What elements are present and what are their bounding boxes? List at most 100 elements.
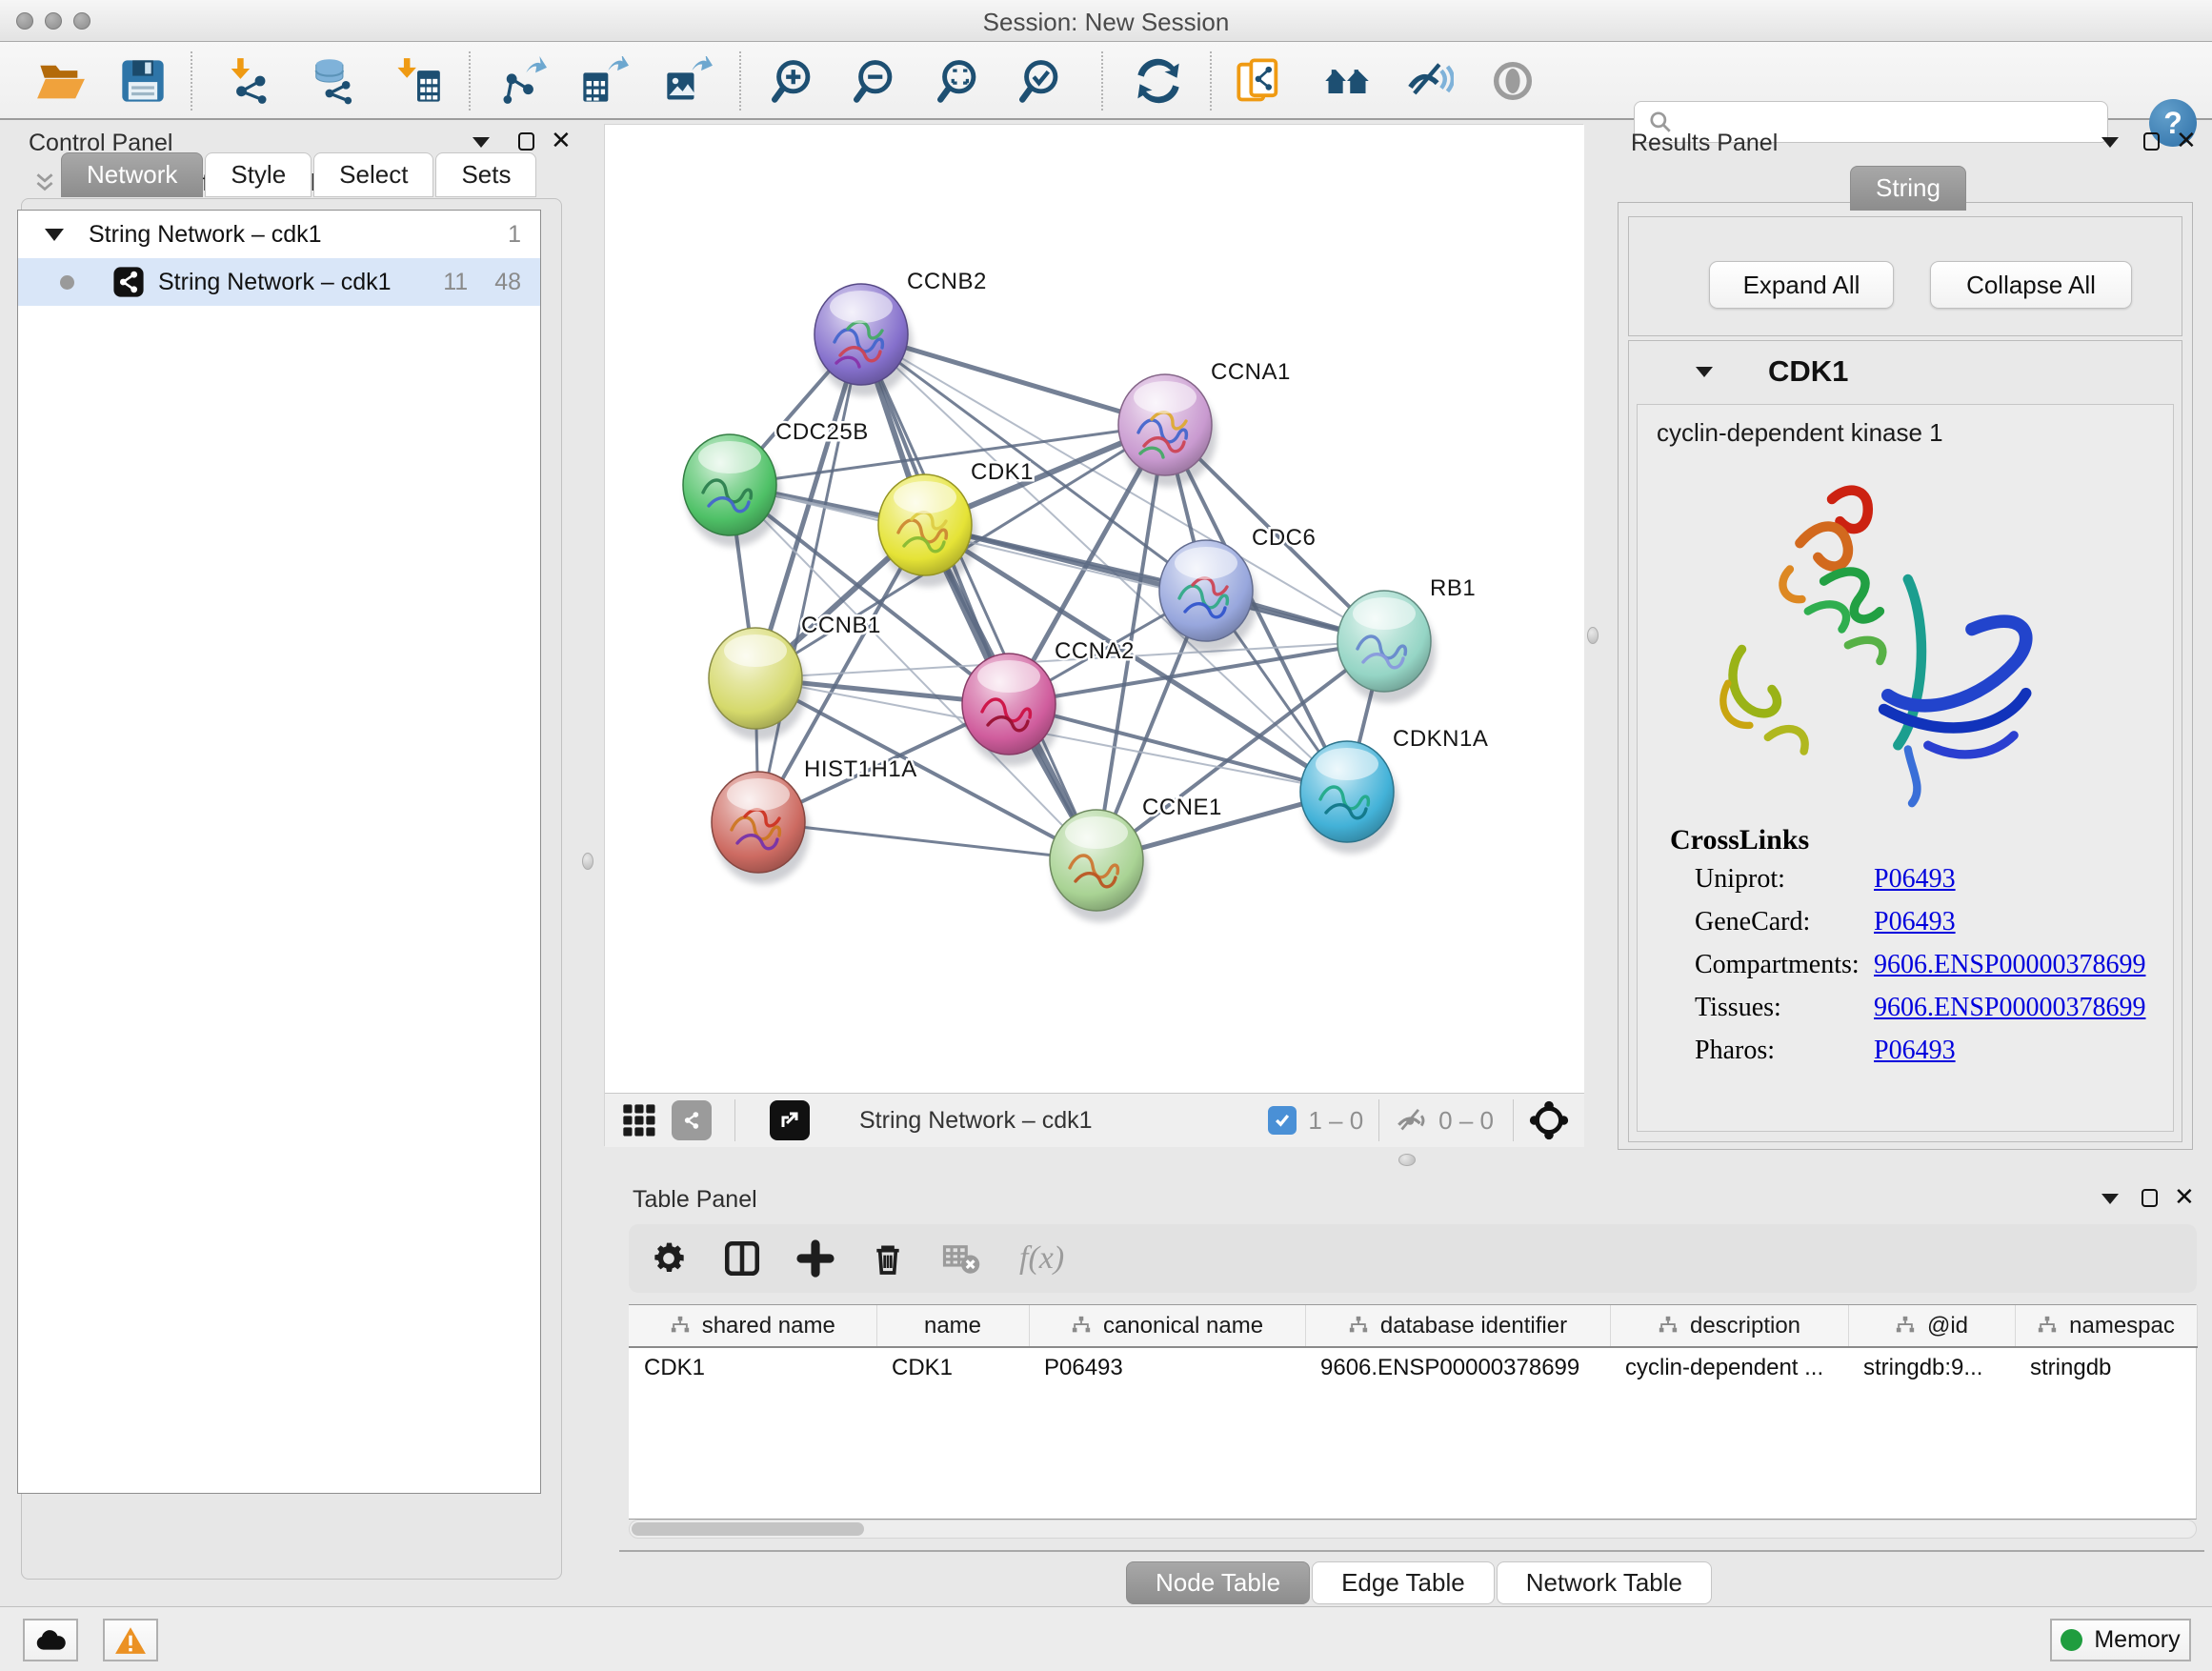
save-session-icon[interactable] xyxy=(116,54,170,108)
crosslink-link[interactable]: 9606.ENSP00000378699 xyxy=(1874,993,2145,1023)
export-image-icon[interactable] xyxy=(661,54,714,108)
network-canvas[interactable]: CCNB2CCNA1CDC25BCDK1CDC6RB1CCNB1CCNA2CDK… xyxy=(605,125,1584,1093)
network-view-panel: CCNB2CCNA1CDC25BCDK1CDC6RB1CCNB1CCNA2CDK… xyxy=(604,124,1583,1146)
tab-style[interactable]: Style xyxy=(205,152,312,197)
crosslink-row: GeneCard:P06493 xyxy=(1695,907,1810,937)
splitter-handle[interactable] xyxy=(582,853,593,870)
network-node-ccna2[interactable] xyxy=(962,654,1060,766)
cloud-button[interactable] xyxy=(23,1619,78,1661)
protein-structure-image xyxy=(1672,458,2072,820)
show-columns-icon[interactable] xyxy=(722,1238,762,1278)
collapse-all-icon[interactable] xyxy=(32,171,57,195)
node-label-ccnb2: CCNB2 xyxy=(907,269,987,294)
close-panel-icon[interactable]: ✕ xyxy=(2176,131,2197,151)
zoom-in-icon[interactable] xyxy=(770,54,823,108)
zoom-out-icon[interactable] xyxy=(852,54,905,108)
column-header-name[interactable]: name xyxy=(876,1305,1029,1347)
birdseye-navigator-icon[interactable] xyxy=(1527,1098,1571,1142)
network-node-cdkn1a[interactable] xyxy=(1300,741,1398,854)
node-label-ccne1: CCNE1 xyxy=(1142,795,1222,820)
memory-button[interactable]: Memory xyxy=(2050,1619,2191,1661)
network-node-ccne1[interactable] xyxy=(1050,810,1148,922)
table-cell: 9606.ENSP00000378699 xyxy=(1305,1347,1610,1387)
tab-node-table[interactable]: Node Table xyxy=(1126,1561,1310,1604)
zoom-selected-icon[interactable] xyxy=(1017,54,1071,108)
selected-checkbox-icon[interactable] xyxy=(1268,1106,1297,1135)
network-node-ccnb2[interactable] xyxy=(814,284,913,396)
gene-description: cyclin-dependent kinase 1 xyxy=(1657,418,1943,448)
network-node-cdc25b[interactable] xyxy=(683,434,781,547)
tab-network[interactable]: Network xyxy=(61,152,203,197)
tab-select[interactable]: Select xyxy=(313,152,433,197)
expand-all-button[interactable]: Expand All xyxy=(1709,261,1894,309)
export-network-icon[interactable] xyxy=(495,54,549,108)
add-column-icon[interactable] xyxy=(796,1239,835,1278)
refresh-view-icon[interactable] xyxy=(1132,54,1185,108)
network-node-cdk1[interactable] xyxy=(878,474,976,587)
column-header-description[interactable]: description xyxy=(1610,1305,1848,1347)
close-panel-icon[interactable]: ✕ xyxy=(551,131,572,151)
graphics-details-icon[interactable] xyxy=(1486,54,1539,108)
import-network-file-icon[interactable] xyxy=(221,54,274,108)
tab-edge-table[interactable]: Edge Table xyxy=(1312,1561,1495,1604)
collapse-all-button[interactable]: Collapse All xyxy=(1930,261,2132,309)
collapse-panel-icon[interactable] xyxy=(2101,1194,2119,1204)
collapse-panel-icon[interactable] xyxy=(473,137,490,148)
tab-string[interactable]: String xyxy=(1850,166,1966,211)
section-collapse-icon[interactable] xyxy=(1696,367,1713,377)
crosslink-row: Compartments:9606.ENSP00000378699 xyxy=(1695,950,1860,980)
toolbar-separator xyxy=(191,51,192,111)
gear-icon[interactable] xyxy=(650,1239,688,1278)
scrollbar-thumb[interactable] xyxy=(632,1522,864,1536)
tab-sets[interactable]: Sets xyxy=(435,152,536,197)
import-table-icon[interactable] xyxy=(391,54,444,108)
open-session-icon[interactable] xyxy=(34,54,88,108)
first-neighbors-icon[interactable] xyxy=(1320,54,1374,108)
collapse-panel-icon[interactable] xyxy=(2101,137,2119,148)
node-table[interactable]: shared namenamecanonical namedatabase id… xyxy=(629,1304,2197,1520)
table-cell: stringdb:9... xyxy=(1848,1347,2015,1387)
splitter-handle[interactable] xyxy=(1587,627,1599,644)
hide-selected-icon[interactable] xyxy=(1402,54,1456,108)
float-panel-icon[interactable] xyxy=(518,132,534,151)
float-panel-icon[interactable] xyxy=(2142,1189,2158,1207)
crosslink-link[interactable]: 9606.ENSP00000378699 xyxy=(1874,950,2145,980)
cdk1-section-header[interactable]: CDK1 xyxy=(1629,341,2182,402)
float-panel-icon[interactable] xyxy=(2143,132,2160,151)
column-header--id[interactable]: @id xyxy=(1848,1305,2015,1347)
node-label-rb1: RB1 xyxy=(1430,575,1476,601)
tab-network-table[interactable]: Network Table xyxy=(1497,1561,1712,1604)
column-header-canonical-name[interactable]: canonical name xyxy=(1029,1305,1305,1347)
delete-column-icon[interactable] xyxy=(869,1239,907,1278)
network-collection-row[interactable]: String Network – cdk1 1 xyxy=(18,211,540,258)
tree-expander-icon[interactable] xyxy=(45,229,64,241)
grid-view-icon[interactable] xyxy=(620,1101,658,1139)
network-node-ccna1[interactable] xyxy=(1118,374,1217,487)
crosslink-link[interactable]: P06493 xyxy=(1874,907,1956,937)
network-node-cdc6[interactable] xyxy=(1159,540,1257,653)
table-horizontal-scrollbar[interactable] xyxy=(629,1520,2197,1539)
network-tree: String Network – cdk1 1 String Network –… xyxy=(17,210,541,1494)
zoom-fit-icon[interactable] xyxy=(935,54,989,108)
table-row[interactable]: CDK1CDK1P064939606.ENSP00000378699cyclin… xyxy=(629,1347,2197,1387)
column-header-database-identifier[interactable]: database identifier xyxy=(1305,1305,1610,1347)
warning-button[interactable] xyxy=(103,1619,158,1661)
export-table-icon[interactable] xyxy=(577,54,631,108)
network-node-hist1h1a[interactable] xyxy=(712,772,810,884)
network-view-toolbar: String Network – cdk1 1 – 0 0 – 0 xyxy=(605,1093,1584,1147)
node-label-cdc6: CDC6 xyxy=(1252,525,1316,551)
close-panel-icon[interactable]: ✕ xyxy=(2174,1188,2195,1207)
share-network-icon[interactable] xyxy=(672,1100,712,1140)
import-network-database-icon[interactable] xyxy=(305,54,358,108)
apply-style-icon[interactable] xyxy=(1233,54,1286,108)
crosslink-link[interactable]: P06493 xyxy=(1874,1036,1956,1066)
network-node-rb1[interactable] xyxy=(1337,591,1436,703)
status-bar: Memory xyxy=(0,1606,2212,1671)
splitter-handle[interactable] xyxy=(1398,1154,1416,1166)
crosslink-link[interactable]: P06493 xyxy=(1874,864,1956,895)
crosslink-label: GeneCard: xyxy=(1695,907,1810,936)
network-row[interactable]: String Network – cdk1 11 48 xyxy=(18,258,540,306)
open-in-browser-icon[interactable] xyxy=(770,1100,810,1140)
column-header-shared-name[interactable]: shared name xyxy=(629,1305,876,1347)
column-header-namespac[interactable]: namespac xyxy=(2015,1305,2197,1347)
